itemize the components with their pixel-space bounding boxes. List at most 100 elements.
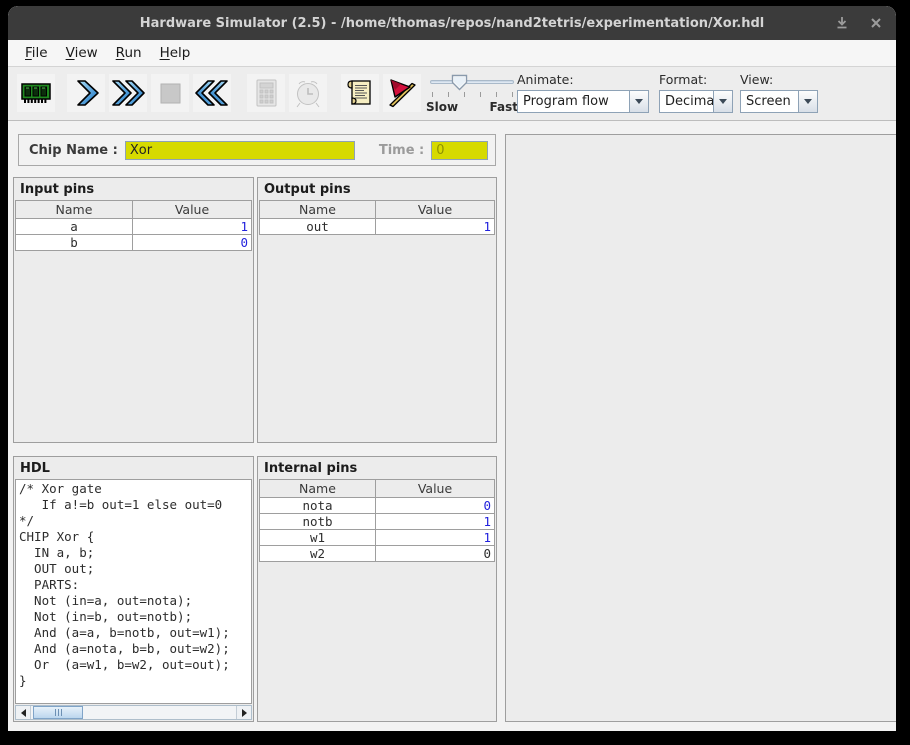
- pin-row-nota: nota0: [260, 498, 495, 514]
- format-label: Format:: [659, 72, 733, 87]
- column-header-name: Name: [260, 480, 376, 498]
- menu-bar: FileViewRunHelp: [8, 40, 896, 67]
- pin-value-cell[interactable]: 0: [376, 498, 495, 514]
- chip-name-field[interactable]: Xor: [125, 141, 355, 160]
- animate-dropdown-value: Program flow: [518, 91, 629, 112]
- scroll-left-icon[interactable]: [16, 706, 31, 719]
- title-bar: Hardware Simulator (2.5) - /home/thomas/…: [8, 6, 896, 40]
- hdl-code-line: CHIP Xor {: [19, 529, 251, 545]
- view-dropdown-value: Screen: [741, 91, 798, 112]
- script-button[interactable]: [341, 74, 379, 112]
- hdl-code-line: }: [19, 673, 251, 689]
- hdl-code-line: OUT out;: [19, 561, 251, 577]
- pin-value-cell[interactable]: 1: [376, 514, 495, 530]
- column-header-value: Value: [376, 480, 495, 498]
- reset-button[interactable]: [193, 74, 231, 112]
- output-pins-panel: Output pins Name Value out1: [257, 177, 497, 443]
- clock-button: [289, 74, 327, 112]
- hdl-code-line: And (a=nota, b=b, out=w2);: [19, 641, 251, 657]
- calculator-button: [247, 74, 285, 112]
- pin-name-cell: w1: [260, 530, 376, 546]
- hdl-panel: HDL /* Xor gate If a!=b out=1 else out=0…: [13, 456, 254, 722]
- animate-label: Animate:: [517, 72, 649, 87]
- view-dropdown-group: View: Screen: [740, 72, 818, 113]
- toolbar-buttons: [17, 74, 425, 112]
- slider-fast-label: Fast: [490, 100, 518, 114]
- hdl-code-line: Or (a=w1, b=w2, out=out);: [19, 657, 251, 673]
- hdl-horizontal-scrollbar[interactable]: [15, 705, 252, 720]
- pin-row-a: a1: [16, 219, 252, 235]
- animate-dropdown-group: Animate: Program flow: [517, 72, 649, 113]
- slider-ticks: [432, 92, 512, 99]
- hdl-code-line: /* Xor gate: [19, 481, 251, 497]
- input-pins-title: Input pins: [14, 178, 253, 200]
- chip-name-label: Chip Name :: [29, 143, 118, 158]
- pin-value-cell[interactable]: 1: [376, 219, 495, 235]
- chip-name-bar: Chip Name : Xor Time : 0: [18, 134, 496, 166]
- menu-item-file[interactable]: File: [16, 42, 57, 64]
- internal-pins-panel: Internal pins Name Value nota0notb1w11w2…: [257, 456, 497, 722]
- breakpoints-button[interactable]: [383, 74, 421, 112]
- column-header-value: Value: [376, 201, 495, 219]
- app-window: Hardware Simulator (2.5) - /home/thomas/…: [8, 6, 896, 731]
- slider-track[interactable]: [430, 80, 514, 84]
- main-content: Chip Name : Xor Time : 0 Input pins Name…: [8, 121, 896, 730]
- hdl-code-line: If a!=b out=1 else out=0: [19, 497, 251, 513]
- pin-value-cell[interactable]: 0: [376, 546, 495, 562]
- window-controls: [832, 6, 886, 40]
- view-label: View:: [740, 72, 818, 87]
- column-header-name: Name: [260, 201, 376, 219]
- hdl-title: HDL: [14, 457, 253, 479]
- pin-value-cell[interactable]: 1: [133, 219, 252, 235]
- pin-value-cell[interactable]: 1: [376, 530, 495, 546]
- scroll-right-icon[interactable]: [236, 706, 251, 719]
- input-pins-table: Name Value a1b0: [15, 200, 252, 251]
- chevron-down-icon[interactable]: [713, 91, 732, 112]
- menu-item-run[interactable]: Run: [107, 42, 151, 64]
- time-label: Time :: [379, 143, 424, 158]
- slider-slow-label: Slow: [426, 100, 458, 114]
- load-chip-button[interactable]: [17, 74, 55, 112]
- toolbar: Slow Fast Animate: Program flow Format: …: [8, 67, 896, 121]
- internal-pins-title: Internal pins: [258, 457, 496, 479]
- pin-row-out: out1: [260, 219, 495, 235]
- column-header-value: Value: [133, 201, 252, 219]
- single-step-button[interactable]: [67, 74, 105, 112]
- format-dropdown-group: Format: Decimal: [659, 72, 733, 113]
- scrollbar-thumb[interactable]: [33, 706, 83, 719]
- format-dropdown[interactable]: Decimal: [659, 90, 733, 113]
- pin-row-w1: w11: [260, 530, 495, 546]
- speed-slider[interactable]: Slow Fast: [426, 73, 518, 114]
- column-header-name: Name: [16, 201, 133, 219]
- pin-row-notb: notb1: [260, 514, 495, 530]
- run-button[interactable]: [109, 74, 147, 112]
- pin-name-cell: out: [260, 219, 376, 235]
- close-icon[interactable]: [866, 13, 886, 33]
- menu-item-help[interactable]: Help: [151, 42, 200, 64]
- pin-name-cell: nota: [260, 498, 376, 514]
- chevron-down-icon[interactable]: [798, 91, 817, 112]
- pin-row-b: b0: [16, 235, 252, 251]
- animate-dropdown[interactable]: Program flow: [517, 90, 649, 113]
- window-title: Hardware Simulator (2.5) - /home/thomas/…: [140, 16, 765, 31]
- format-dropdown-value: Decimal: [660, 91, 713, 112]
- hdl-code-view[interactable]: /* Xor gate If a!=b out=1 else out=0*/CH…: [15, 479, 252, 704]
- screen-view-panel: [505, 134, 896, 722]
- pin-name-cell: b: [16, 235, 133, 251]
- minimize-icon[interactable]: [832, 13, 852, 33]
- pin-name-cell: notb: [260, 514, 376, 530]
- output-pins-title: Output pins: [258, 178, 496, 200]
- time-field: 0: [431, 141, 488, 160]
- hdl-code-line: Not (in=a, out=nota);: [19, 593, 251, 609]
- hdl-code-line: PARTS:: [19, 577, 251, 593]
- view-dropdown[interactable]: Screen: [740, 90, 818, 113]
- stop-button: [151, 74, 189, 112]
- chevron-down-icon[interactable]: [629, 91, 648, 112]
- menu-item-view[interactable]: View: [57, 42, 107, 64]
- pin-row-w2: w20: [260, 546, 495, 562]
- hdl-code-line: IN a, b;: [19, 545, 251, 561]
- pin-value-cell[interactable]: 0: [133, 235, 252, 251]
- hdl-code-line: Not (in=b, out=notb);: [19, 609, 251, 625]
- pin-name-cell: w2: [260, 546, 376, 562]
- hdl-code-line: */: [19, 513, 251, 529]
